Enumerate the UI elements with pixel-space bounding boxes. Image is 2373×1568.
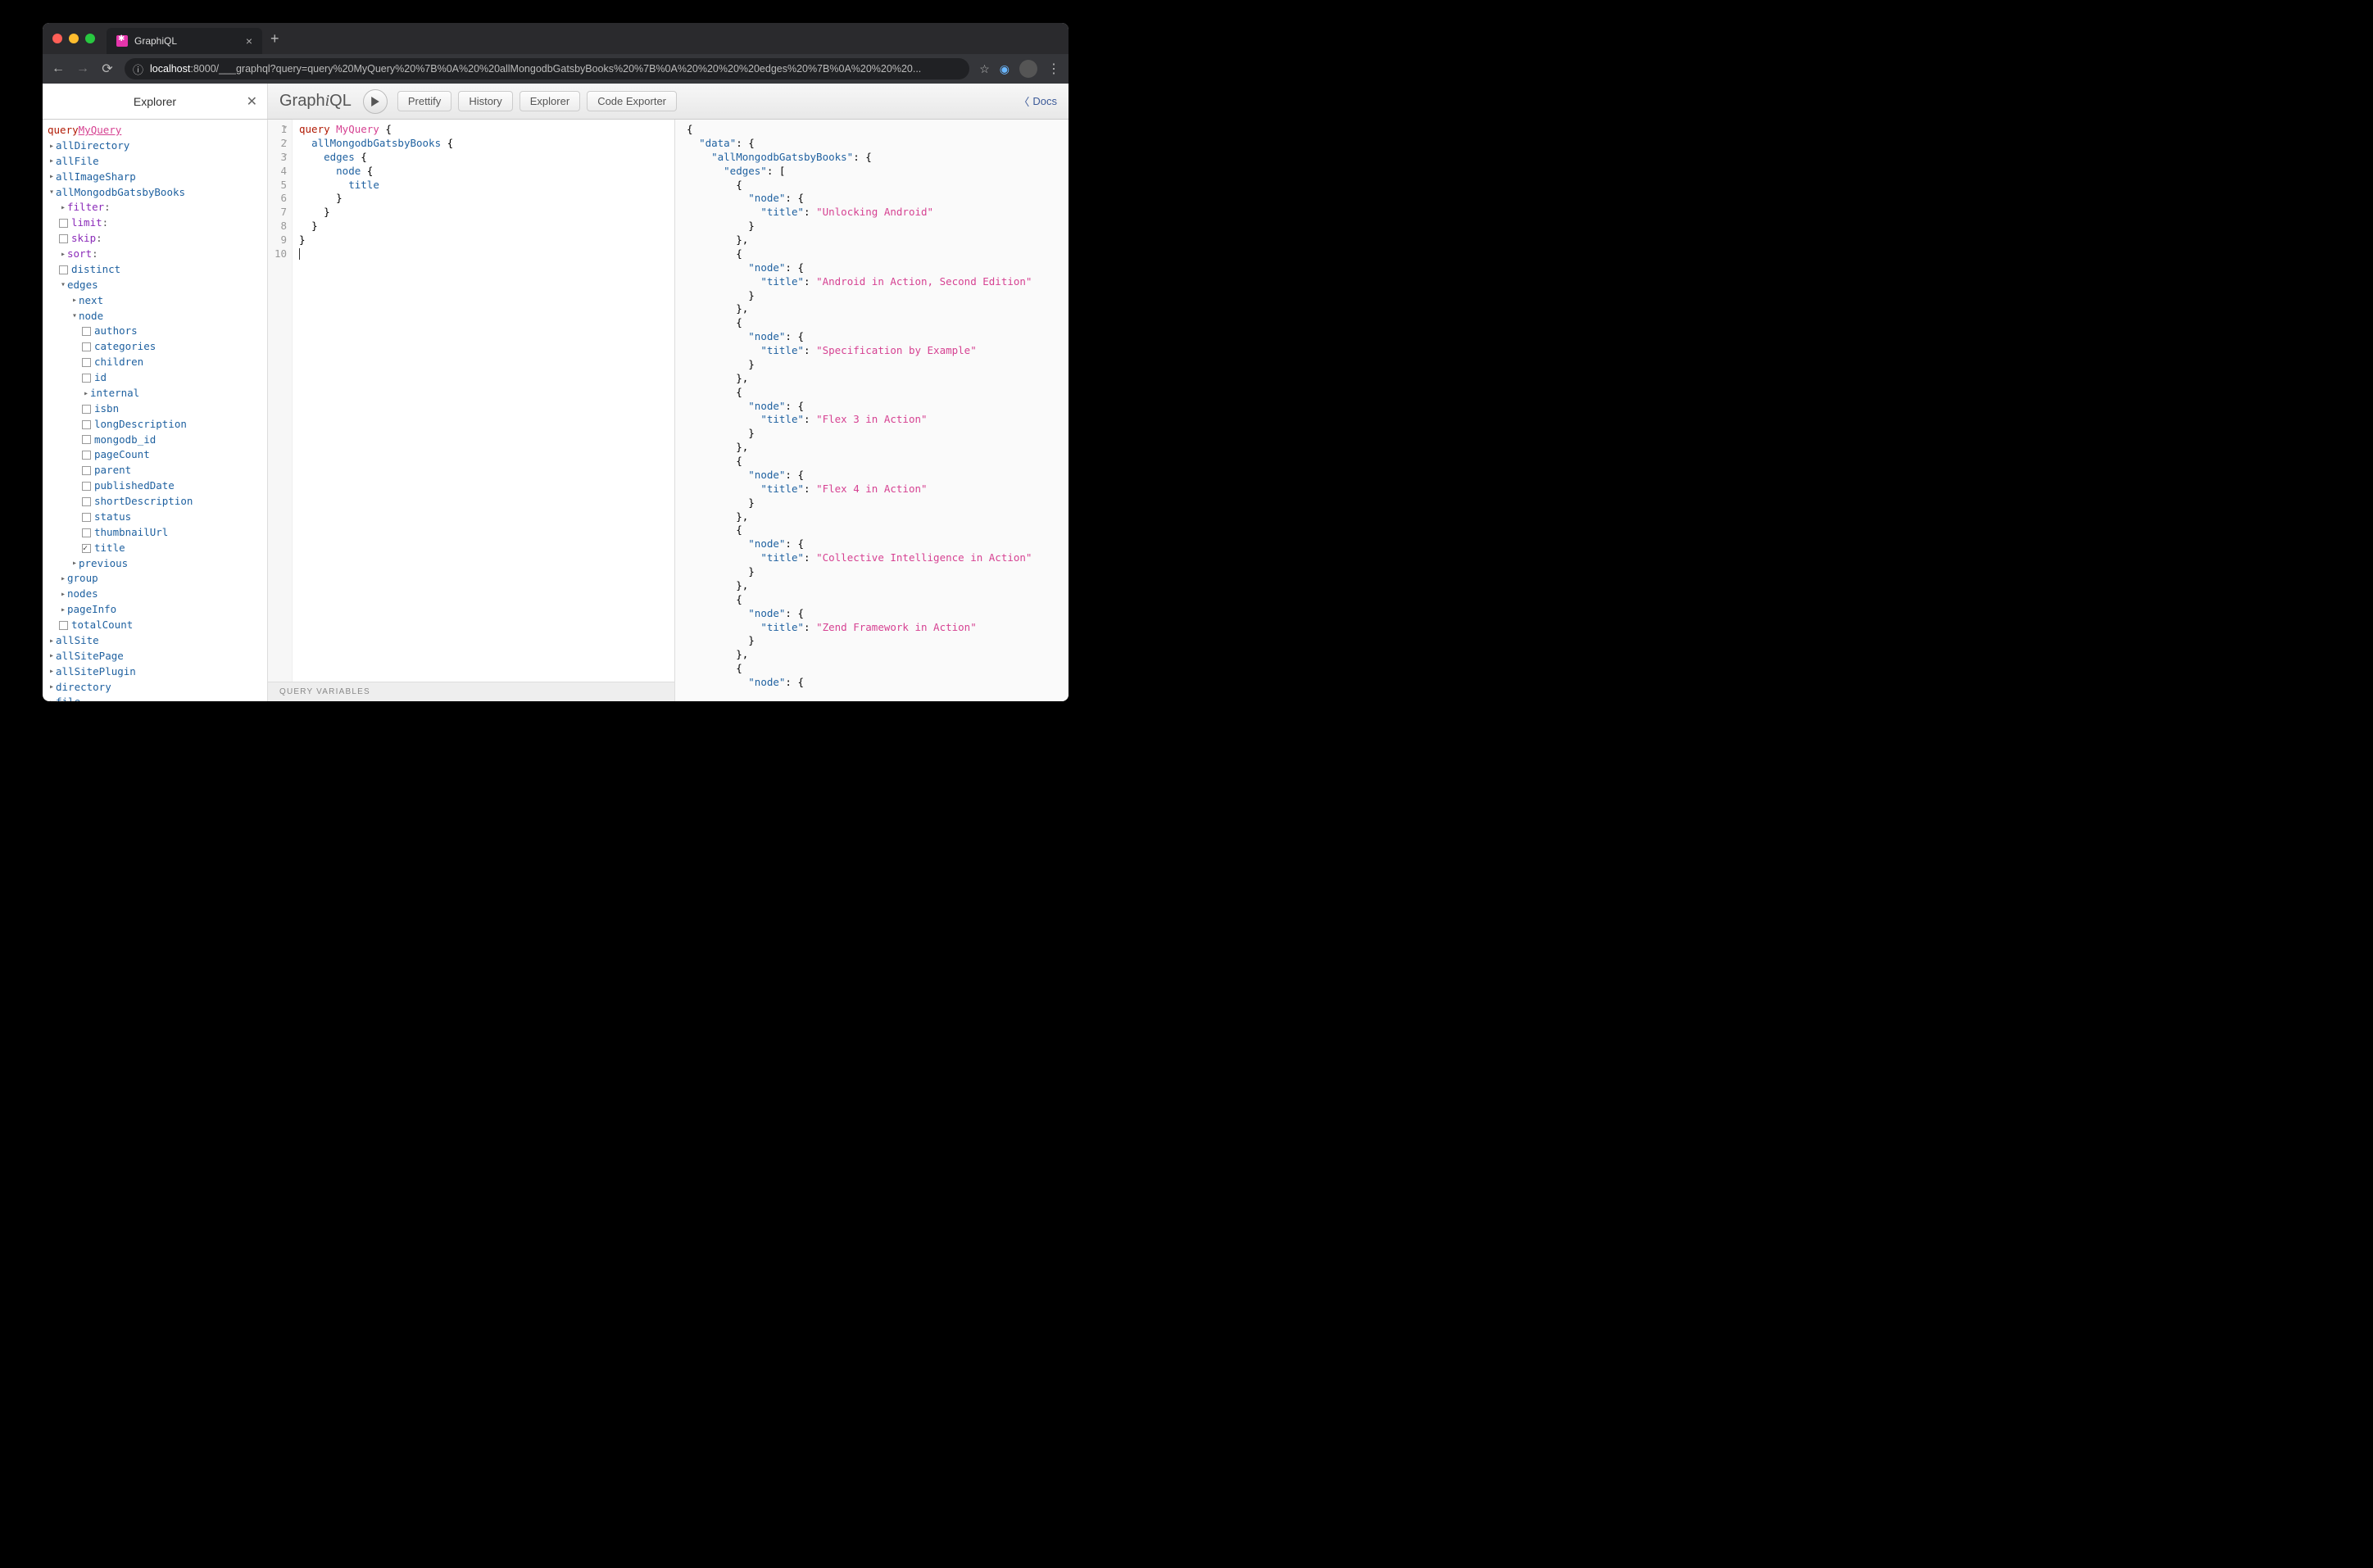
explorer-row[interactable]: parent xyxy=(43,463,267,478)
explorer-row[interactable]: allSitePlugin xyxy=(43,664,267,680)
explorer-row[interactable]: previous xyxy=(43,556,267,572)
execute-button[interactable] xyxy=(363,89,388,114)
tab-title: GraphiQL xyxy=(134,35,239,47)
nav-forward-icon[interactable]: → xyxy=(75,61,90,76)
explorer-row[interactable]: internal xyxy=(43,386,267,401)
explorer-row[interactable]: allSitePage xyxy=(43,649,267,664)
explorer-row[interactable]: query MyQuery xyxy=(43,123,267,138)
graphiql-logo: GraphiQL xyxy=(279,92,352,111)
window-maximize-icon[interactable] xyxy=(85,34,95,43)
prettify-button[interactable]: Prettify xyxy=(397,91,451,111)
chevron-left-icon: 〈 xyxy=(1019,93,1029,109)
browser-urlbar: ← → ⟳ ⓘ localhost:8000/___graphql?query=… xyxy=(43,54,1069,84)
explorer-row[interactable]: filter: xyxy=(43,200,267,215)
explorer-row[interactable]: allSite xyxy=(43,633,267,649)
explorer-row[interactable]: directory xyxy=(43,680,267,696)
code-exporter-button[interactable]: Code Exporter xyxy=(587,91,677,111)
explorer-row[interactable]: group xyxy=(43,571,267,587)
explorer-row[interactable]: pageCount xyxy=(43,447,267,463)
explorer-row[interactable]: publishedDate xyxy=(43,478,267,494)
explorer-row[interactable]: allImageSharp xyxy=(43,170,267,185)
explorer-row[interactable]: totalCount xyxy=(43,618,267,633)
extension-icon[interactable]: ◉ xyxy=(1000,62,1010,76)
bookmark-icon[interactable]: ☆ xyxy=(979,62,990,76)
explorer-row[interactable]: edges xyxy=(43,278,267,293)
result-pane[interactable]: { "data": { "allMongodbGatsbyBooks": { "… xyxy=(675,120,1069,701)
explorer-button[interactable]: Explorer xyxy=(520,91,580,111)
query-editor-pane: 1▾2▾3▾45678910 query MyQuery { allMongod… xyxy=(268,120,675,701)
explorer-row[interactable]: status xyxy=(43,510,267,525)
explorer-row[interactable]: skip: xyxy=(43,231,267,247)
explorer-row[interactable]: next xyxy=(43,293,267,309)
explorer-panel-title: Explorer xyxy=(134,95,176,108)
history-button[interactable]: History xyxy=(458,91,512,111)
browser-titlebar: GraphiQL × + xyxy=(43,23,1069,54)
explorer-row[interactable]: children xyxy=(43,355,267,370)
nav-reload-icon[interactable]: ⟳ xyxy=(100,61,115,77)
docs-button[interactable]: 〈 Docs xyxy=(1019,93,1057,109)
explorer-row[interactable]: mongodb_id xyxy=(43,433,267,448)
explorer-row[interactable]: allFile xyxy=(43,154,267,170)
explorer-row[interactable]: id xyxy=(43,370,267,386)
site-info-icon[interactable]: ⓘ xyxy=(133,61,143,77)
query-editor[interactable]: 1▾2▾3▾45678910 query MyQuery { allMongod… xyxy=(268,120,674,682)
browser-tab[interactable]: GraphiQL × xyxy=(107,28,262,54)
explorer-row[interactable]: title xyxy=(43,541,267,556)
explorer-row[interactable]: distinct xyxy=(43,262,267,278)
tab-close-icon[interactable]: × xyxy=(246,34,252,48)
explorer-row[interactable]: node xyxy=(43,309,267,324)
explorer-row[interactable]: pageInfo xyxy=(43,602,267,618)
nav-back-icon[interactable]: ← xyxy=(51,61,66,76)
explorer-row[interactable]: thumbnailUrl xyxy=(43,525,267,541)
new-tab-button[interactable]: + xyxy=(270,30,279,48)
explorer-close-icon[interactable]: ✕ xyxy=(247,93,257,110)
explorer-row[interactable]: limit: xyxy=(43,215,267,231)
url-host: localhost xyxy=(150,63,190,75)
query-variables-bar[interactable]: QUERY VARIABLES xyxy=(268,682,674,701)
explorer-row[interactable]: sort: xyxy=(43,247,267,262)
explorer-row[interactable]: categories xyxy=(43,339,267,355)
explorer-row[interactable]: allDirectory xyxy=(43,138,267,154)
browser-menu-icon[interactable]: ⋮ xyxy=(1047,61,1060,77)
graphql-favicon-icon xyxy=(116,35,128,47)
window-minimize-icon[interactable] xyxy=(69,34,79,43)
explorer-row[interactable]: file xyxy=(43,695,267,701)
url-path: :8000/___graphql?query=query%20MyQuery%2… xyxy=(190,63,921,75)
play-icon xyxy=(370,97,380,106)
explorer-row[interactable]: shortDescription xyxy=(43,494,267,510)
explorer-row[interactable]: isbn xyxy=(43,401,267,417)
explorer-row[interactable]: authors xyxy=(43,324,267,339)
graphiql-toolbar: Explorer ✕ GraphiQL Prettify History Exp… xyxy=(43,84,1069,120)
explorer-row[interactable]: longDescription xyxy=(43,417,267,433)
window-close-icon[interactable] xyxy=(52,34,62,43)
explorer-pane[interactable]: query MyQueryallDirectoryallFileallImage… xyxy=(43,120,268,701)
explorer-row[interactable]: allMongodbGatsbyBooks xyxy=(43,185,267,201)
url-input[interactable]: ⓘ localhost:8000/___graphql?query=query%… xyxy=(125,58,969,79)
explorer-row[interactable]: nodes xyxy=(43,587,267,602)
profile-avatar[interactable] xyxy=(1019,60,1037,78)
